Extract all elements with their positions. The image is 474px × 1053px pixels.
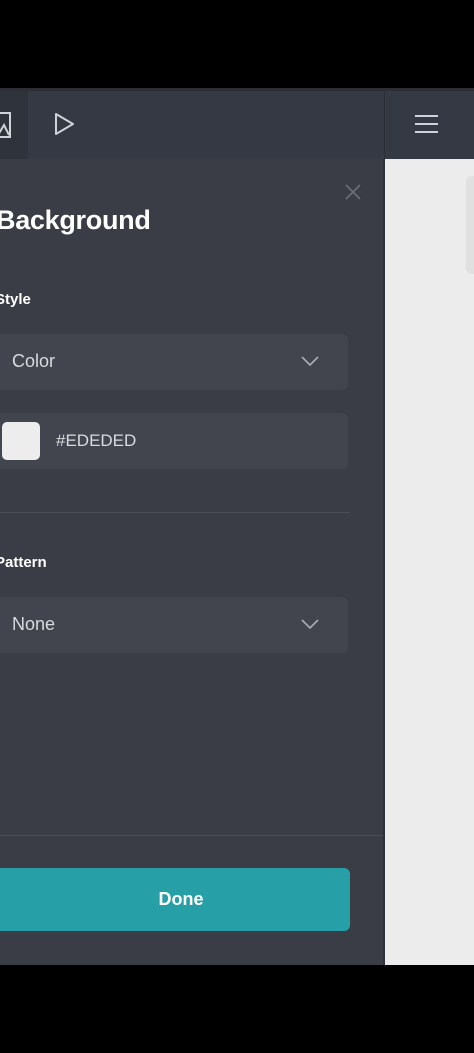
color-hex-value: #EDEDED	[56, 431, 137, 450]
background-settings-panel	[0, 159, 383, 965]
color-input[interactable]: #EDEDED	[0, 413, 348, 469]
play-icon[interactable]	[50, 110, 78, 138]
done-button[interactable]: Done	[0, 868, 350, 931]
canvas-preview[interactable]	[385, 159, 474, 965]
toolbar-divider	[384, 91, 385, 159]
status-bar-area	[0, 0, 474, 90]
chevron-down-icon	[301, 619, 319, 630]
chevron-down-icon	[301, 356, 319, 367]
menu-icon[interactable]	[414, 113, 440, 135]
close-icon[interactable]	[345, 184, 361, 200]
style-select[interactable]: Color	[0, 334, 348, 390]
pattern-select[interactable]: None	[0, 597, 348, 653]
done-button-label: Done	[158, 889, 204, 909]
pattern-select-value: None	[12, 614, 56, 634]
canvas-page-edge	[466, 176, 474, 274]
style-label: Style	[0, 291, 31, 308]
image-icon	[0, 112, 11, 138]
navigation-bar-area	[0, 965, 474, 1053]
color-swatch[interactable]	[2, 422, 40, 460]
style-select-value: Color	[12, 351, 56, 371]
panel-title: Background	[0, 205, 151, 235]
pattern-label: Pattern	[0, 554, 47, 571]
footer-divider	[0, 835, 383, 836]
image-icon-button[interactable]	[0, 91, 28, 159]
section-divider	[0, 512, 350, 513]
